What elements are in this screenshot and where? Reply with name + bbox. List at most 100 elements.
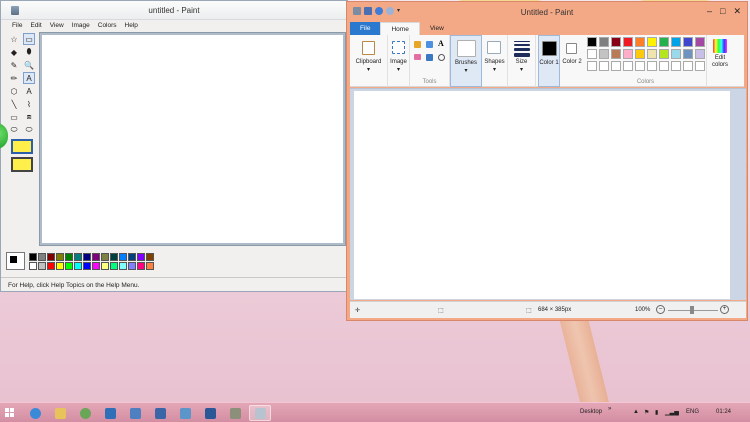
- rounded-rect-icon[interactable]: ⬭: [23, 124, 35, 136]
- palette-swatch[interactable]: [47, 252, 55, 261]
- menu-edit[interactable]: Edit: [30, 20, 41, 31]
- tool-option-opaque[interactable]: [11, 139, 33, 154]
- taskbar-app-explorer[interactable]: [49, 405, 71, 421]
- palette-swatch[interactable]: [623, 61, 633, 71]
- chevron-right-icon[interactable]: »: [608, 406, 611, 412]
- tray-arrow-icon[interactable]: ▲: [633, 409, 639, 415]
- menu-image[interactable]: Image: [72, 20, 90, 31]
- free-select-icon[interactable]: ☆: [8, 33, 20, 45]
- palette-swatch[interactable]: [38, 261, 46, 270]
- airbrush-icon[interactable]: ⬡: [8, 85, 20, 97]
- palette-swatch[interactable]: [47, 261, 55, 270]
- tool-option-transparent[interactable]: [11, 157, 33, 172]
- battery-icon[interactable]: ▮: [655, 409, 658, 416]
- palette-swatch[interactable]: [65, 252, 73, 261]
- rectangle-icon[interactable]: ▭: [8, 111, 20, 123]
- zoom-slider-thumb[interactable]: [690, 306, 694, 314]
- ellipse-icon[interactable]: ⬭: [8, 124, 20, 136]
- zoom-out-button[interactable]: –: [656, 305, 665, 314]
- palette-swatch[interactable]: [119, 261, 127, 270]
- palette-swatch[interactable]: [29, 261, 37, 270]
- palette-swatch[interactable]: [128, 252, 136, 261]
- classic-canvas[interactable]: [42, 35, 343, 243]
- palette-swatch[interactable]: [647, 37, 657, 47]
- taskbar-app-paint[interactable]: [249, 405, 271, 421]
- taskbar-app-ie[interactable]: [24, 405, 46, 421]
- palette-swatch[interactable]: [83, 261, 91, 270]
- maximize-icon[interactable]: □: [720, 6, 725, 17]
- palette-swatch[interactable]: [611, 49, 621, 59]
- menu-file[interactable]: File: [12, 20, 22, 31]
- palette-swatch[interactable]: [647, 61, 657, 71]
- language-indicator[interactable]: ENG: [686, 409, 699, 415]
- palette-swatch[interactable]: [635, 61, 645, 71]
- palette-swatch[interactable]: [647, 49, 657, 59]
- palette-swatch[interactable]: [599, 37, 609, 47]
- menu-colors[interactable]: Colors: [98, 20, 117, 31]
- palette-swatch[interactable]: [683, 61, 693, 71]
- color-picker-icon[interactable]: ✎: [8, 59, 20, 71]
- palette-swatch[interactable]: [74, 261, 82, 270]
- taskbar-app-3[interactable]: [149, 405, 171, 421]
- palette-swatch[interactable]: [587, 49, 597, 59]
- clipboard-group[interactable]: Clipboard ▾: [350, 35, 388, 87]
- eraser-icon[interactable]: ◆: [8, 46, 20, 58]
- line-icon[interactable]: ╲: [8, 98, 20, 110]
- fill-icon[interactable]: [426, 41, 433, 48]
- taskbar-app-paint-classic[interactable]: [224, 405, 246, 421]
- start-button[interactable]: [5, 408, 15, 418]
- palette-swatch[interactable]: [587, 37, 597, 47]
- magnifier-icon[interactable]: [438, 54, 445, 61]
- palette-swatch[interactable]: [623, 49, 633, 59]
- palette-swatch[interactable]: [623, 37, 633, 47]
- palette-swatch[interactable]: [110, 261, 118, 270]
- zoom-in-button[interactable]: +: [720, 305, 729, 314]
- taskbar-app-media[interactable]: [74, 405, 96, 421]
- polygon-icon[interactable]: ⧈: [23, 111, 35, 123]
- palette-swatch[interactable]: [659, 61, 669, 71]
- desktop-toolbar-label[interactable]: Desktop: [580, 409, 602, 415]
- fill-icon[interactable]: ⬮: [23, 46, 35, 58]
- pencil-icon[interactable]: ✏: [8, 72, 20, 84]
- palette-swatch[interactable]: [671, 37, 681, 47]
- palette-swatch[interactable]: [110, 252, 118, 261]
- palette-swatch[interactable]: [683, 49, 693, 59]
- palette-swatch[interactable]: [92, 252, 100, 261]
- tab-view[interactable]: View: [420, 22, 454, 35]
- palette-swatch[interactable]: [128, 261, 136, 270]
- palette-swatch[interactable]: [137, 252, 145, 261]
- palette-swatch[interactable]: [659, 37, 669, 47]
- palette-swatch[interactable]: [83, 252, 91, 261]
- color-picker-icon[interactable]: [426, 54, 433, 61]
- palette-swatch[interactable]: [74, 252, 82, 261]
- palette-swatch[interactable]: [56, 261, 64, 270]
- tab-file[interactable]: File: [350, 22, 381, 35]
- palette-swatch[interactable]: [599, 49, 609, 59]
- menu-help[interactable]: Help: [125, 20, 138, 31]
- palette-swatch[interactable]: [101, 252, 109, 261]
- color1-button[interactable]: Color 1: [538, 35, 560, 87]
- palette-swatch[interactable]: [635, 49, 645, 59]
- text-icon[interactable]: A: [23, 85, 35, 97]
- palette-swatch[interactable]: [659, 49, 669, 59]
- color2-button[interactable]: Color 2: [561, 35, 583, 87]
- taskbar-app-1[interactable]: [99, 405, 121, 421]
- palette-swatch[interactable]: [92, 261, 100, 270]
- modern-canvas[interactable]: [354, 91, 730, 299]
- palette-swatch[interactable]: [65, 261, 73, 270]
- palette-swatch[interactable]: [611, 37, 621, 47]
- palette-swatch[interactable]: [137, 261, 145, 270]
- palette-swatch[interactable]: [683, 37, 693, 47]
- palette-swatch[interactable]: [38, 252, 46, 261]
- image-group[interactable]: Image ▾: [388, 35, 410, 87]
- palette-swatch[interactable]: [119, 252, 127, 261]
- tab-home[interactable]: Home: [380, 22, 420, 35]
- rect-select-icon[interactable]: ▭: [23, 33, 35, 45]
- magnifier-icon[interactable]: 🔍: [23, 59, 35, 71]
- curve-icon[interactable]: ⌇: [23, 98, 35, 110]
- palette-swatch[interactable]: [611, 61, 621, 71]
- text-icon[interactable]: A: [438, 39, 444, 48]
- palette-swatch[interactable]: [635, 37, 645, 47]
- minimize-icon[interactable]: –: [707, 6, 712, 17]
- menu-view[interactable]: View: [50, 20, 64, 31]
